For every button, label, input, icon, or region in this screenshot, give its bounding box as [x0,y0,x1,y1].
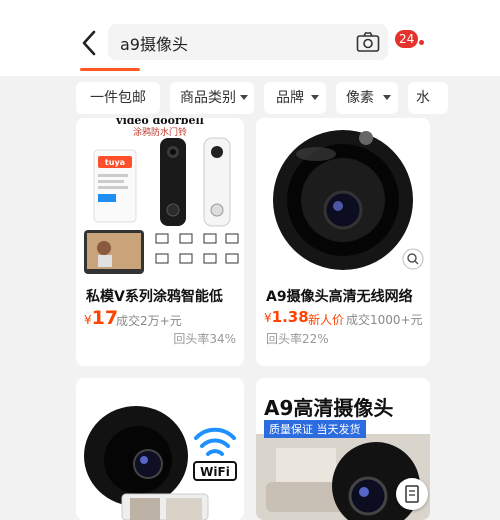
banner-subtitle: 涂鸦防水门铃 [133,126,187,138]
filter-label: 商品类别 [180,90,236,106]
filter-waterproof[interactable]: 水 [408,82,448,114]
filter-label: 品牌 [276,90,304,106]
product-image[interactable]: video doorbell 涂鸦防水门铃 tuya [76,118,244,276]
detail-doc-icon[interactable] [396,478,428,510]
sold-count: 成交1000+元 [346,313,423,327]
product-price: ¥1.38 [264,307,309,326]
currency-symbol: ¥ [84,313,92,327]
filter-label: 一件包邮 [90,90,146,106]
filter-label: 像素 [346,90,374,106]
price-value: 1.38 [271,308,309,326]
price-value: 17 [91,307,119,329]
banner-title: video doorbell [115,118,204,127]
caret-down-icon [311,95,319,100]
notification-dot-icon [419,40,424,45]
filter-label: 水 [416,90,430,106]
currency-symbol: ¥ [264,311,272,325]
search-query-text: a9摄像头 [120,35,188,54]
banner-title: A9高清摄像头 [264,396,394,420]
back-arrow-icon[interactable] [76,28,104,58]
search-input[interactable]: a9摄像头 [108,24,388,60]
active-tab-indicator [80,68,140,71]
product-image[interactable]: WiFi [76,378,244,520]
product-title: A9摄像头高清无线网络 [266,289,413,305]
product-card[interactable]: A9高清摄像头 质量保证 当天发货 [256,378,430,520]
caret-down-icon [240,95,248,100]
repurchase-rate: 回头率34% [173,332,236,346]
product-card[interactable]: video doorbell 涂鸦防水门铃 tuya 私模V系列涂鸦智能低 ¥1… [76,118,244,366]
product-price: ¥17 [84,307,118,329]
filter-pixels[interactable]: 像素 [336,82,398,114]
quality-badge: 质量保证 当天发货 [264,420,366,438]
image-search-icon[interactable] [402,248,424,270]
filter-bar: 一件包邮 商品类别 品牌 像素 水 [0,76,500,120]
message-notification[interactable]: 24 [395,30,425,50]
brand-logo: tuya [105,158,125,167]
caret-down-icon [383,95,391,100]
notification-badge: 24 [395,30,419,48]
repurchase-rate: 回头率22% [266,332,329,346]
camera-icon[interactable] [356,31,380,53]
product-card[interactable]: WiFi [76,378,244,520]
product-card[interactable]: A9摄像头高清无线网络 ¥1.38 新人价 成交1000+元 回头率22% [256,118,430,366]
filter-category[interactable]: 商品类别 [170,82,254,114]
product-title: 私模V系列涂鸦智能低 [86,289,223,305]
filter-brand[interactable]: 品牌 [264,82,326,114]
filter-free-shipping[interactable]: 一件包邮 [76,82,160,114]
wifi-label: WiFi [200,465,230,479]
search-header: a9摄像头 24 [0,0,500,76]
new-user-price-tag: 新人价 [308,313,345,327]
sold-count: 成交2万+元 [116,314,182,328]
